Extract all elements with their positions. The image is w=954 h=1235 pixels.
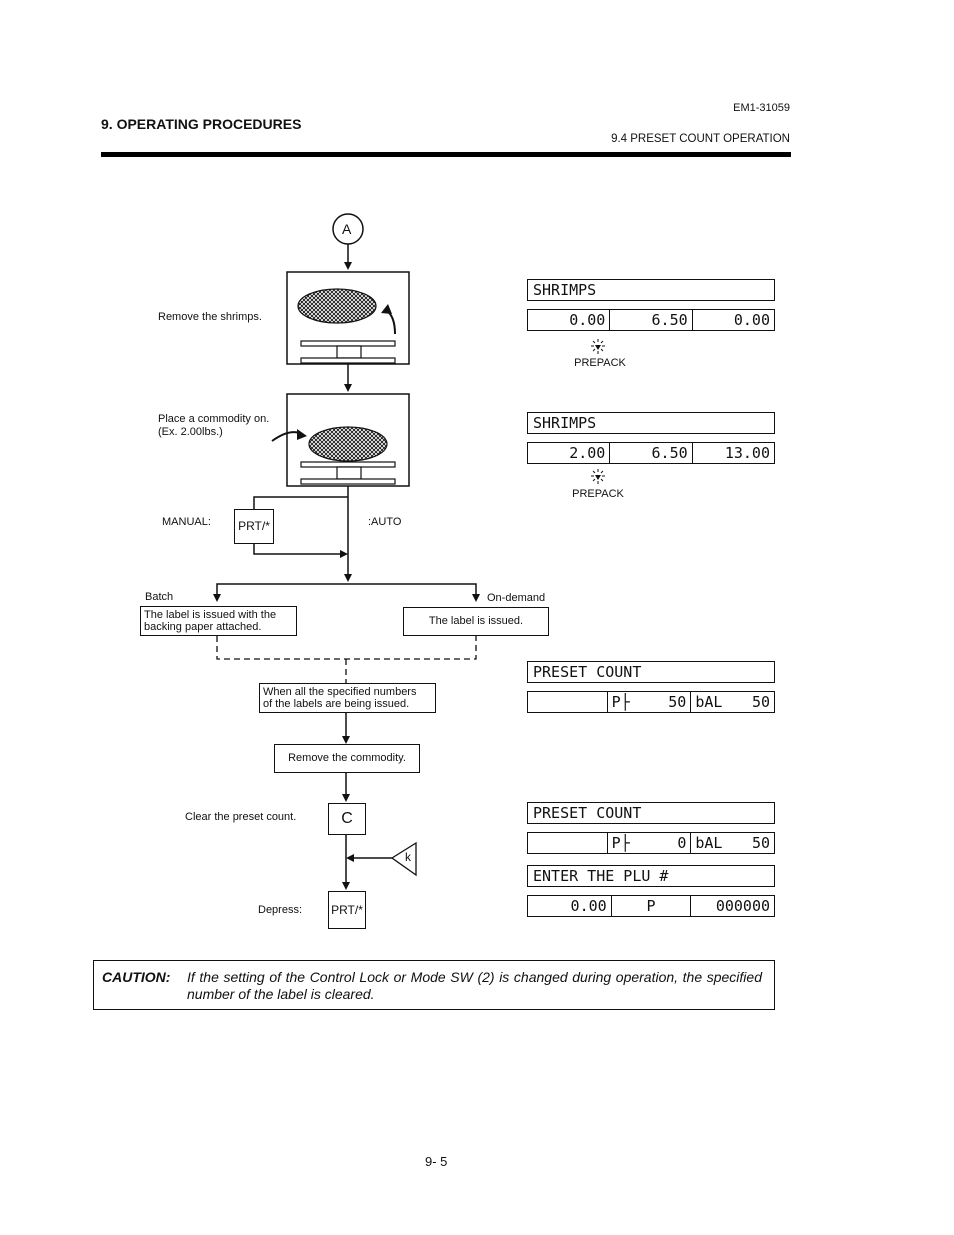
display-4-row: P├ 0 bAL 50 [527,832,775,854]
scale-illustration-remove [286,271,410,365]
ondemand-box: The label is issued. [403,607,549,636]
connector-a: A [342,221,352,237]
preset-key: P├ [611,693,630,711]
preset-value: 0 [677,834,687,852]
display-4-top: PRESET COUNT [527,802,775,824]
batch-box: The label is issued with the backing pap… [140,606,297,636]
display-2-top: SHRIMPS [527,412,775,434]
all-issued-box: When all the specified numbers of the la… [259,683,436,713]
display-blank [528,833,608,853]
display-1-top: SHRIMPS [527,279,775,301]
display-unit-price: 6.50 [610,310,693,330]
display-plu-number: 000000 [715,897,771,915]
display-weight: 0.00 [528,896,612,916]
batch-label: Batch [145,591,174,603]
display-5-row: 0.00 P 000000 [527,895,775,917]
batch-box-line1: The label is issued with the [144,609,277,621]
step-place-line2: (Ex. 2.00lbs.) [158,426,223,438]
display-2-row: 2.00 6.50 13.00 [527,442,775,464]
display-3-row: P├ 50 bAL 50 [527,691,775,713]
display-1: SHRIMPS 0.00 6.50 0.00 [527,279,775,331]
display-5: ENTER THE PLU # 0.00 P 000000 [527,865,775,917]
display-total: 13.00 [724,444,770,462]
display-weight: 0.00 [528,310,611,330]
display-4: PRESET COUNT P├ 0 bAL 50 [527,802,775,854]
prt-key-depress[interactable]: PRT/* [328,891,366,929]
step-place-commodity: Place a commodity on. (Ex. 2.00lbs.) [158,413,269,439]
display-preset: P├ 50 [608,692,692,712]
prepack-label-2: PREPACK [572,488,624,500]
ondemand-label: On-demand [487,592,546,604]
balance-value: 50 [751,693,771,711]
k-triangle [390,841,417,877]
display-3: PRESET COUNT P├ 50 bAL 50 [527,661,775,713]
step-place-line1: Place a commodity on. [158,413,270,425]
display-5-top: ENTER THE PLU # [527,865,775,887]
all-issued-line2: of the labels are being issued. [263,698,410,710]
display-1-row: 0.00 6.50 0.00 [527,309,775,331]
remove-commodity-box: Remove the commodity. [274,744,420,773]
preset-value: 50 [668,693,687,711]
clear-key[interactable]: C [328,803,366,835]
all-issued-line1: When all the specified numbers [263,686,417,698]
balance-key: bAL [695,834,723,852]
depress-label: Depress: [258,904,303,916]
prepack-indicator-1 [591,339,605,354]
display-blank [528,692,608,712]
balance-key: bAL [695,693,723,711]
step-remove-shrimps: Remove the shrimps. [158,311,262,323]
display-3-top: PRESET COUNT [527,661,775,683]
display-preset: P├ 0 [608,833,692,853]
prt-key-manual[interactable]: PRT/* [234,509,274,544]
display-unit-price: 6.50 [610,443,693,463]
display-weight: 2.00 [528,443,611,463]
scale-illustration-place [271,393,410,487]
manual-label: MANUAL: [162,516,211,528]
display-balance: bAL 50 [691,833,774,853]
display-total: 0.00 [733,311,770,329]
display-2: SHRIMPS 2.00 6.50 13.00 [527,412,775,464]
caution-label: CAUTION: [102,969,171,985]
balance-value: 50 [751,834,771,852]
display-plu-prefix: P [612,896,692,916]
display-balance: bAL 50 [691,692,774,712]
caution-box: CAUTION: If the setting of the Control L… [93,960,775,1010]
prepack-indicator-2 [591,469,605,484]
auto-label: :AUTO [368,516,402,528]
preset-key: P├ [611,834,630,852]
batch-box-line2: backing paper attached. [144,621,262,633]
k-symbol: k [405,850,411,864]
caution-text: If the setting of the Control Lock or Mo… [187,969,762,1002]
clear-preset-label: Clear the preset count. [185,811,297,823]
prepack-label-1: PREPACK [574,357,626,369]
page-number: 9- 5 [425,1154,448,1169]
